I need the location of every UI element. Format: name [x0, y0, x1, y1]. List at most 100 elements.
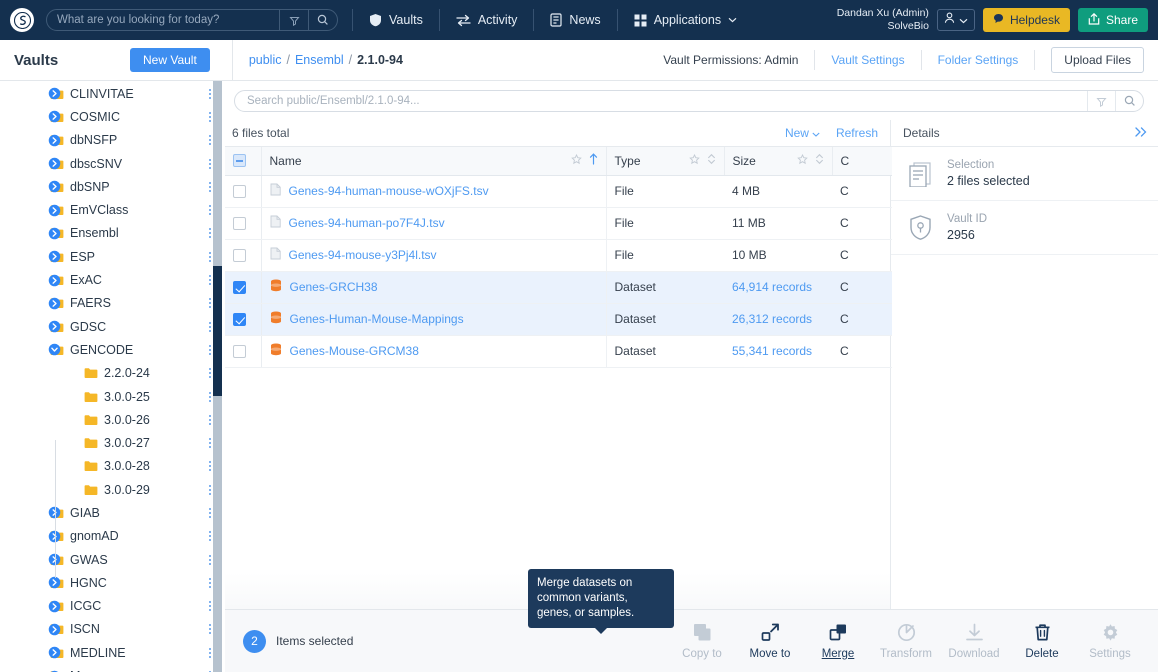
chevron-right-icon[interactable] — [46, 600, 62, 613]
row-name-cell[interactable]: Genes-94-human-mouse-wOXjFS.tsv — [261, 175, 607, 208]
pin-icon[interactable] — [570, 153, 582, 168]
select-all-header[interactable] — [225, 147, 262, 176]
chevron-right-icon[interactable] — [46, 506, 62, 519]
row-name-cell[interactable]: Genes-Mouse-GRCM38 — [261, 335, 607, 368]
row-checkbox[interactable] — [233, 344, 246, 358]
file-search-input[interactable] — [235, 95, 1087, 107]
row-checkbox[interactable] — [233, 184, 246, 198]
row-size[interactable]: 26,312 records — [732, 312, 812, 326]
pin-icon[interactable] — [688, 153, 700, 168]
chevron-right-icon[interactable] — [46, 623, 62, 636]
helpdesk-button[interactable]: Helpdesk — [982, 8, 1070, 32]
sidebar-item-2.2.0-24[interactable]: 2.2.0-24 — [0, 362, 225, 385]
search-icon[interactable] — [1115, 91, 1143, 111]
row-name-cell[interactable]: Genes-94-mouse-y3Pj4l.tsv — [261, 239, 607, 272]
solvebio-logo-icon[interactable] — [10, 8, 34, 32]
select-all-checkbox[interactable] — [233, 154, 246, 168]
double-chevron-right-icon[interactable] — [1134, 126, 1148, 141]
sort-icon[interactable] — [815, 153, 824, 168]
row-name-link[interactable]: Genes-94-mouse-y3Pj4l.tsv — [289, 248, 437, 262]
global-search[interactable] — [46, 9, 338, 31]
sidebar-item-esp[interactable]: ESP — [0, 245, 225, 268]
pin-icon[interactable] — [796, 153, 808, 168]
row-checkbox[interactable] — [233, 312, 246, 326]
row-size[interactable]: 64,914 records — [732, 280, 812, 294]
table-row[interactable]: Genes-94-human-mouse-wOXjFS.tsv File 4 MB C — [225, 175, 892, 208]
chevron-right-icon[interactable] — [46, 110, 62, 123]
vault-settings-link[interactable]: Vault Settings — [831, 53, 904, 67]
chevron-right-icon[interactable] — [46, 157, 62, 170]
sidebar-item-gwas[interactable]: GWAS — [0, 548, 225, 571]
row-checkbox-cell[interactable] — [225, 271, 262, 304]
sort-asc-icon[interactable] — [589, 153, 598, 168]
sort-icon[interactable] — [707, 153, 716, 168]
breadcrumb-item-public[interactable]: public — [249, 53, 282, 67]
table-row[interactable]: Genes-94-human-po7F4J.tsv File 11 MB C — [225, 207, 892, 240]
folder-settings-link[interactable]: Folder Settings — [938, 53, 1019, 67]
row-size[interactable]: 55,341 records — [732, 344, 812, 358]
sidebar-item-giab[interactable]: GIAB — [0, 501, 225, 524]
sidebar-item-3.0.0-26[interactable]: 3.0.0-26 — [0, 408, 225, 431]
sidebar-item-hgnc[interactable]: HGNC — [0, 571, 225, 594]
column-header-c[interactable]: C — [832, 147, 892, 176]
chevron-right-icon[interactable] — [46, 646, 62, 659]
row-checkbox-cell[interactable] — [225, 303, 262, 336]
sidebar-item-iscn[interactable]: ISCN — [0, 618, 225, 641]
table-row[interactable]: Genes-Mouse-GRCM38 Dataset 55,341 records C — [225, 335, 892, 368]
row-checkbox[interactable] — [233, 248, 246, 262]
chevron-right-icon[interactable] — [46, 320, 62, 333]
row-name-cell[interactable]: Genes-Human-Mouse-Mappings — [261, 303, 607, 336]
chevron-right-icon[interactable] — [46, 297, 62, 310]
chevron-down-icon[interactable] — [46, 343, 62, 356]
filter-icon[interactable] — [1087, 91, 1115, 111]
sidebar-item-emvclass[interactable]: EmVClass — [0, 198, 225, 221]
chevron-right-icon[interactable] — [46, 180, 62, 193]
sidebar-scrollbar-thumb[interactable] — [213, 266, 222, 396]
sidebar-item-3.0.0-27[interactable]: 3.0.0-27 — [0, 431, 225, 454]
new-menu-button[interactable]: New — [785, 126, 820, 140]
sidebar-item-icgc[interactable]: ICGC — [0, 595, 225, 618]
row-name-link[interactable]: Genes-Human-Mouse-Mappings — [290, 312, 464, 326]
chevron-right-icon[interactable] — [46, 530, 62, 543]
row-name-link[interactable]: Genes-GRCH38 — [290, 280, 378, 294]
row-checkbox-cell[interactable] — [225, 175, 262, 208]
row-checkbox-cell[interactable] — [225, 239, 262, 272]
column-header-name[interactable]: Name — [261, 147, 607, 176]
sidebar-item-m[interactable]: M — [0, 664, 225, 672]
column-header-size[interactable]: Size — [724, 147, 833, 176]
chevron-right-icon[interactable] — [46, 553, 62, 566]
row-name-cell[interactable]: Genes-GRCH38 — [261, 271, 607, 304]
sidebar-item-gnomad[interactable]: gnomAD — [0, 525, 225, 548]
action-merge[interactable]: Merge — [804, 623, 872, 660]
sidebar-item-3.0.0-25[interactable]: 3.0.0-25 — [0, 385, 225, 408]
chevron-right-icon[interactable] — [46, 250, 62, 263]
row-checkbox-cell[interactable] — [225, 335, 262, 368]
action-move-to[interactable]: Move to — [736, 623, 804, 660]
global-search-input[interactable] — [47, 14, 279, 26]
nav-item-applications[interactable]: Applications — [632, 13, 739, 27]
sidebar-item-medline[interactable]: MEDLINE — [0, 641, 225, 664]
nav-item-activity[interactable]: Activity — [454, 13, 520, 27]
column-header-type[interactable]: Type — [606, 147, 725, 176]
chevron-right-icon[interactable] — [46, 204, 62, 217]
sidebar-item-gdsc[interactable]: GDSC — [0, 315, 225, 338]
chevron-right-icon[interactable] — [46, 87, 62, 100]
nav-item-news[interactable]: News — [548, 13, 602, 27]
chevron-right-icon[interactable] — [46, 134, 62, 147]
sidebar-item-3.0.0-28[interactable]: 3.0.0-28 — [0, 455, 225, 478]
table-row[interactable]: Genes-Human-Mouse-Mappings Dataset 26,312 … — [225, 303, 892, 336]
table-row[interactable]: Genes-GRCH38 Dataset 64,914 records C — [225, 271, 892, 304]
chevron-right-icon[interactable] — [46, 274, 62, 287]
sidebar-item-gencode[interactable]: GENCODE — [0, 338, 225, 361]
sidebar-item-dbscsnv[interactable]: dbscSNV — [0, 152, 225, 175]
new-vault-button[interactable]: New Vault — [130, 48, 210, 72]
table-row[interactable]: Genes-94-mouse-y3Pj4l.tsv File 10 MB C — [225, 239, 892, 272]
sidebar-item-3.0.0-29[interactable]: 3.0.0-29 — [0, 478, 225, 501]
row-name-link[interactable]: Genes-94-human-po7F4J.tsv — [289, 216, 445, 230]
chevron-right-icon[interactable] — [46, 227, 62, 240]
share-button[interactable]: Share — [1077, 8, 1148, 32]
row-checkbox[interactable] — [233, 216, 246, 230]
sidebar-item-dbnsfp[interactable]: dbNSFP — [0, 129, 225, 152]
user-menu-button[interactable] — [936, 9, 975, 31]
row-checkbox-cell[interactable] — [225, 207, 262, 240]
